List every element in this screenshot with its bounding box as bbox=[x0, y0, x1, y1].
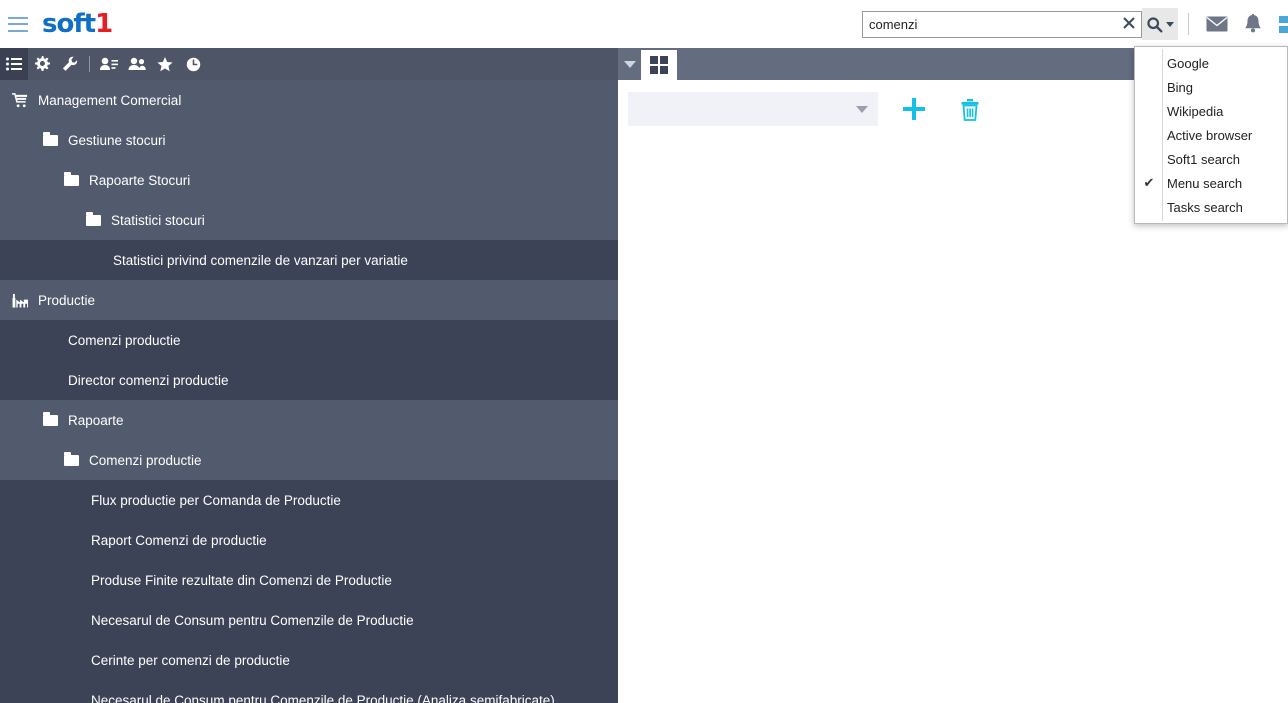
menu-item-wikipedia[interactable]: Wikipedia bbox=[1135, 99, 1287, 123]
tree-item-label: Cerinte per comenzi de productie bbox=[91, 652, 290, 668]
menu-item-tasks-search[interactable]: Tasks search bbox=[1135, 195, 1287, 219]
tree-item-label: Comenzi productie bbox=[89, 452, 202, 468]
tree-item-comenzi-productie[interactable]: Comenzi productie bbox=[0, 320, 618, 360]
tree-item-statistici-comenzi-vanzari[interactable]: Statistici privind comenzile de vanzari … bbox=[0, 240, 618, 280]
tree-item-label: Rapoarte bbox=[68, 412, 124, 428]
menu-item-soft1-search[interactable]: Soft1 search bbox=[1135, 147, 1287, 171]
search-provider-menu[interactable]: Google Bing Wikipedia Active browser Sof… bbox=[1134, 46, 1288, 224]
star-icon[interactable] bbox=[151, 48, 179, 80]
wrench-icon[interactable] bbox=[56, 48, 84, 80]
tree-item-gestiune-stocuri[interactable]: Gestiune stocuri bbox=[0, 120, 618, 160]
menu-item-active-browser[interactable]: Active browser bbox=[1135, 123, 1287, 147]
menu-item-label: Menu search bbox=[1167, 175, 1243, 191]
factory-icon bbox=[10, 292, 30, 308]
menu-item-label: Soft1 search bbox=[1167, 151, 1240, 167]
top-bar: soft1 bbox=[0, 0, 1288, 48]
mail-icon[interactable] bbox=[1204, 11, 1230, 37]
tree-item-label: Statistici privind comenzile de vanzari … bbox=[113, 252, 408, 268]
tree-item-necesarul-consum[interactable]: Necesarul de Consum pentru Comenzile de … bbox=[0, 600, 618, 640]
bell-icon[interactable] bbox=[1240, 11, 1266, 37]
add-button[interactable] bbox=[894, 89, 934, 129]
menu-item-bing[interactable]: Bing bbox=[1135, 75, 1287, 99]
tree-item-label: Rapoarte Stocuri bbox=[89, 172, 191, 188]
tree-item-label: Raport Comenzi de productie bbox=[91, 532, 267, 548]
folder-icon bbox=[61, 171, 81, 188]
tree-item-rapoarte[interactable]: Rapoarte bbox=[0, 400, 618, 440]
menu-item-label: Google bbox=[1167, 55, 1209, 71]
tree-item-flux-productie[interactable]: Flux productie per Comanda de Productie bbox=[0, 480, 618, 520]
tree-item-director-comenzi-productie[interactable]: Director comenzi productie bbox=[0, 360, 618, 400]
tree-item-comenzi-productie-folder[interactable]: Comenzi productie bbox=[0, 440, 618, 480]
search-icon bbox=[1147, 16, 1163, 32]
tree-item-label: Statistici stocuri bbox=[111, 212, 205, 228]
folder-icon bbox=[40, 131, 60, 148]
close-icon[interactable] bbox=[1122, 17, 1136, 31]
tree-item-label: Comenzi productie bbox=[68, 332, 181, 348]
clock-icon[interactable] bbox=[179, 48, 207, 80]
menu-item-google[interactable]: Google bbox=[1135, 51, 1287, 75]
app-logo: soft1 bbox=[42, 9, 113, 39]
chevron-down-icon[interactable] bbox=[624, 61, 636, 68]
tree-item-produse-finite[interactable]: Produse Finite rezultate din Comenzi de … bbox=[0, 560, 618, 600]
sidebar-toolbar bbox=[0, 48, 618, 80]
chevron-down-icon[interactable] bbox=[856, 105, 868, 113]
tree-item-label: Produse Finite rezultate din Comenzi de … bbox=[91, 572, 392, 588]
tree-item-label: Flux productie per Comanda de Productie bbox=[91, 492, 341, 508]
folder-icon bbox=[40, 411, 60, 428]
toolbar-divider bbox=[1188, 13, 1189, 35]
search-field-wrapper bbox=[862, 10, 1142, 38]
menu-item-menu-search[interactable]: ✔ Menu search bbox=[1135, 171, 1287, 195]
tree-item-label: Necesarul de Consum pentru Comenzile de … bbox=[91, 692, 555, 703]
menu-item-label: Bing bbox=[1167, 79, 1194, 95]
tree-item-label: Productie bbox=[38, 292, 96, 308]
tree-item-management-comercial[interactable]: Management Comercial bbox=[0, 80, 618, 120]
grid-icon bbox=[650, 56, 668, 74]
cart-icon bbox=[10, 92, 30, 108]
tree-item-necesarul-consum-semifabricate[interactable]: Necesarul de Consum pentru Comenzile de … bbox=[0, 680, 618, 703]
folder-icon bbox=[83, 211, 103, 228]
tree-item-label: Necesarul de Consum pentru Comenzile de … bbox=[91, 612, 414, 628]
search-button[interactable] bbox=[1142, 8, 1178, 40]
tree-item-raport-comenzi-productie[interactable]: Raport Comenzi de productie bbox=[0, 520, 618, 560]
tree-item-label: Director comenzi productie bbox=[68, 372, 229, 388]
user-details-icon[interactable] bbox=[95, 48, 123, 80]
top-bar-right bbox=[862, 0, 1288, 48]
tree-item-label: Management Comercial bbox=[38, 92, 182, 108]
check-icon: ✔ bbox=[1143, 175, 1155, 190]
menu-item-label: Active browser bbox=[1167, 127, 1253, 143]
hamburger-icon[interactable] bbox=[8, 16, 28, 32]
tree-item-statistici-stocuri[interactable]: Statistici stocuri bbox=[0, 200, 618, 240]
gear-icon[interactable] bbox=[28, 48, 56, 80]
tab-dashboard[interactable] bbox=[641, 50, 677, 80]
dashboard-select[interactable] bbox=[628, 92, 878, 126]
delete-button[interactable] bbox=[950, 89, 990, 129]
apps-grid-icon[interactable] bbox=[1279, 15, 1288, 33]
menu-item-label: Wikipedia bbox=[1167, 103, 1224, 119]
list-icon[interactable] bbox=[0, 48, 28, 80]
toolstrip-divider bbox=[89, 56, 90, 72]
navigation-tree: Management Comercial Gestiune stocuri Ra… bbox=[0, 80, 618, 703]
logo-text: soft bbox=[42, 9, 96, 39]
logo-accent: 1 bbox=[95, 9, 113, 39]
tree-item-productie[interactable]: Productie bbox=[0, 280, 618, 320]
chevron-down-icon[interactable] bbox=[1166, 21, 1174, 27]
menu-item-label: Tasks search bbox=[1167, 199, 1243, 215]
tree-item-cerinte-per-comenzi[interactable]: Cerinte per comenzi de productie bbox=[0, 640, 618, 680]
users-icon[interactable] bbox=[123, 48, 151, 80]
search-input[interactable] bbox=[862, 10, 1142, 38]
tree-item-rapoarte-stocuri[interactable]: Rapoarte Stocuri bbox=[0, 160, 618, 200]
tree-item-label: Gestiune stocuri bbox=[68, 132, 166, 148]
folder-icon bbox=[61, 451, 81, 468]
